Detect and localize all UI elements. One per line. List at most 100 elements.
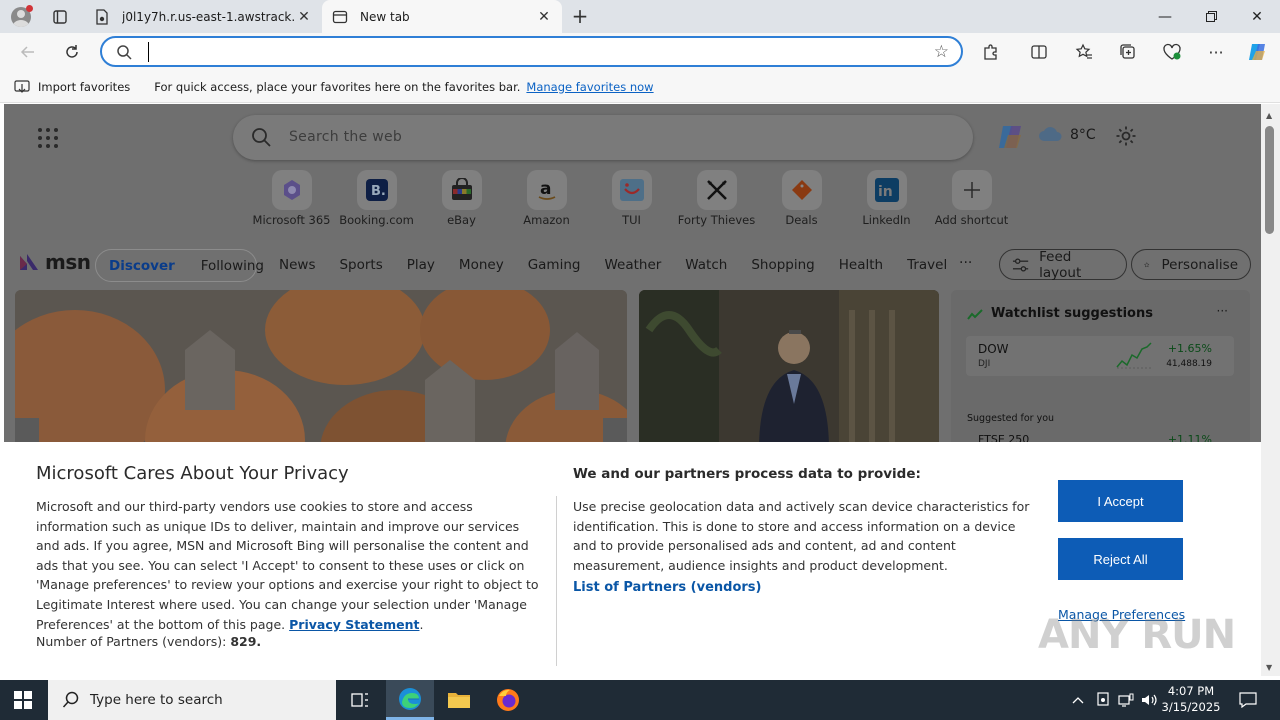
temperature[interactable]: 8°C: [1070, 127, 1096, 143]
shortcut-amazon[interactable]: a Amazon: [504, 170, 589, 227]
feed-layout-button[interactable]: Feed layout: [999, 249, 1127, 281]
restore-button[interactable]: [1188, 0, 1234, 33]
network-icon[interactable]: [1116, 680, 1136, 720]
address-bar[interactable]: ☆: [100, 36, 963, 67]
nav-weather[interactable]: Weather: [604, 257, 661, 273]
shortcut-add[interactable]: Add shortcut: [929, 170, 1014, 227]
shortcut-microsoft-365[interactable]: Microsoft 365: [249, 170, 334, 227]
extensions-button[interactable]: [977, 39, 1005, 65]
heartbeat-icon: [1163, 43, 1181, 60]
minimize-button[interactable]: —: [1142, 0, 1188, 33]
segment-discover[interactable]: Discover: [96, 258, 188, 274]
tab-actions-button[interactable]: [46, 6, 74, 28]
shortcut-label: Forty Thieves: [677, 213, 756, 227]
booking-icon: B.: [356, 170, 397, 210]
refresh-button[interactable]: [58, 39, 86, 65]
browser-essentials-button[interactable]: [1158, 39, 1186, 65]
show-hidden-icons[interactable]: [1068, 680, 1088, 720]
windows-start-icon[interactable]: [14, 691, 32, 709]
favorites-bar-message: For quick access, place your favorites h…: [154, 79, 521, 94]
taskbar-edge[interactable]: [386, 680, 434, 720]
msn-logo[interactable]: msn: [17, 250, 91, 274]
manage-favorites-link[interactable]: Manage favorites now: [526, 80, 653, 94]
taskbar-search-box[interactable]: Type here to search: [48, 680, 336, 720]
nav-news[interactable]: News: [279, 257, 315, 273]
address-input[interactable]: [148, 42, 908, 62]
tab-new-tab[interactable]: New tab ✕: [322, 0, 562, 33]
collections-button[interactable]: [1114, 39, 1142, 65]
close-window-button[interactable]: ✕: [1234, 0, 1280, 33]
news-card-eggs[interactable]: [15, 290, 627, 450]
notifications-button[interactable]: [1234, 680, 1262, 720]
taskbar-file-explorer[interactable]: [435, 680, 483, 720]
nav-money[interactable]: Money: [459, 257, 504, 273]
data-processing-title: We and our partners process data to prov…: [573, 466, 921, 482]
split-screen-button[interactable]: [1025, 39, 1053, 65]
nav-play[interactable]: Play: [407, 257, 435, 273]
list-of-partners-link[interactable]: List of Partners (vendors): [573, 580, 761, 595]
shortcut-tui[interactable]: TUI: [589, 170, 674, 227]
watchlist-row[interactable]: DOW DJI +1.65% 41,488.19: [966, 336, 1234, 376]
scroll-up-arrow-icon[interactable]: ▲: [1266, 111, 1272, 120]
shortcut-forty-thieves[interactable]: Forty Thieves: [674, 170, 759, 227]
volume-icon[interactable]: [1140, 680, 1160, 720]
reject-all-button[interactable]: Reject All: [1058, 538, 1183, 580]
tab-awstrack[interactable]: j0l1y7h.r.us-east-1.awstrack.me ✕: [84, 0, 322, 33]
page-scrollbar[interactable]: ▲ ▼: [1261, 104, 1280, 676]
shortcut-linkedin[interactable]: in LinkedIn: [844, 170, 929, 227]
shortcut-ebay[interactable]: eBay: [419, 170, 504, 227]
tab-strip: j0l1y7h.r.us-east-1.awstrack.me ✕ New ta…: [0, 0, 1280, 33]
tui-icon: [611, 170, 652, 210]
profile-button[interactable]: [8, 4, 34, 30]
feed-segment-control: Discover Following: [95, 249, 264, 282]
taskbar-clock[interactable]: 4:07 PM 3/15/2025: [1160, 683, 1222, 715]
privacy-title: Microsoft Cares About Your Privacy: [36, 463, 349, 484]
shortcut-deals[interactable]: Deals: [759, 170, 844, 227]
data-processing-body: Use precise geolocation data and activel…: [573, 499, 1030, 573]
news-card-interview[interactable]: [639, 290, 939, 450]
nav-sports[interactable]: Sports: [339, 257, 382, 273]
privacy-statement-link[interactable]: Privacy Statement: [289, 617, 419, 632]
settings-more-button[interactable]: ···: [1202, 39, 1230, 65]
personalise-button[interactable]: Personalise: [1131, 249, 1251, 280]
apps-launcher-icon[interactable]: [38, 128, 58, 148]
scrollbar-thumb[interactable]: [1265, 126, 1274, 234]
nav-watch[interactable]: Watch: [685, 257, 727, 273]
cloud-icon[interactable]: [1038, 126, 1064, 142]
web-search-box[interactable]: Search the web: [233, 115, 973, 160]
favorites-button[interactable]: [1070, 39, 1098, 65]
shortcut-booking[interactable]: B. Booking.com: [334, 170, 419, 227]
import-favorites-icon: [14, 79, 30, 93]
favorite-star-icon[interactable]: ☆: [934, 42, 949, 62]
close-tab-icon[interactable]: ✕: [536, 9, 552, 25]
web-search-placeholder[interactable]: Search the web: [289, 129, 402, 145]
plus-icon: [951, 170, 992, 210]
gear-icon[interactable]: [1115, 125, 1137, 147]
new-tab-button[interactable]: +: [568, 5, 592, 29]
nav-shopping[interactable]: Shopping: [751, 257, 814, 273]
notification-icon: [1239, 692, 1257, 708]
device-tray-icon[interactable]: [1093, 680, 1113, 720]
task-view-button[interactable]: [336, 680, 384, 720]
copilot-button[interactable]: [1243, 39, 1271, 65]
copilot-icon[interactable]: [995, 122, 1025, 152]
nav-gaming[interactable]: Gaming: [528, 257, 581, 273]
back-button[interactable]: [14, 39, 42, 65]
msn-logo-text: msn: [45, 250, 91, 274]
nav-more-button[interactable]: ···: [959, 255, 972, 271]
scroll-down-arrow-icon[interactable]: ▼: [1266, 663, 1272, 672]
close-tab-icon[interactable]: ✕: [296, 9, 312, 25]
man-in-room-image: [639, 290, 939, 450]
nav-travel[interactable]: Travel: [907, 257, 947, 273]
segment-following[interactable]: Following: [188, 258, 277, 274]
watchlist-more-button[interactable]: ···: [1217, 304, 1228, 318]
sliders-icon: [1012, 257, 1029, 272]
shortcut-label: LinkedIn: [862, 213, 911, 227]
search-icon: [62, 691, 79, 708]
clock-time: 4:07 PM: [1167, 684, 1215, 698]
accept-button[interactable]: I Accept: [1058, 480, 1183, 522]
shortcut-label: Microsoft 365: [252, 213, 331, 227]
import-favorites-button[interactable]: Import favorites: [14, 80, 130, 94]
nav-health[interactable]: Health: [839, 257, 883, 273]
taskbar-firefox[interactable]: [484, 680, 532, 720]
